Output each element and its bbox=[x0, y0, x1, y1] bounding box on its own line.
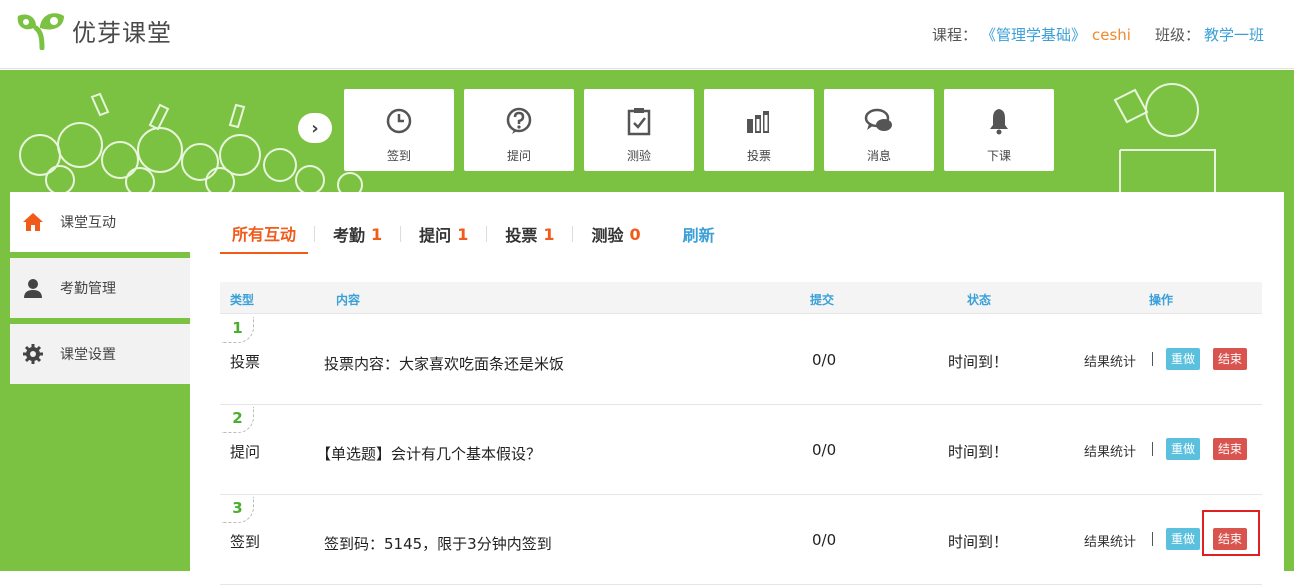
tab-divider bbox=[572, 226, 574, 242]
class-name-link[interactable]: 教学一班 bbox=[1204, 24, 1264, 45]
clock-icon bbox=[386, 108, 412, 134]
tab-all-interactions[interactable]: 所有互动 bbox=[220, 214, 309, 254]
tab-count: 1 bbox=[457, 224, 469, 244]
row-number: 3 bbox=[222, 497, 254, 523]
toolbar-question-button[interactable]: 提问 bbox=[464, 89, 574, 171]
table-header: 类型 内容 提交 状态 操作 bbox=[220, 282, 1262, 314]
tab-label: 测验 bbox=[591, 226, 624, 245]
toolbar-label: 测验 bbox=[626, 149, 651, 163]
row-submit-count: 0/0 bbox=[812, 441, 837, 459]
chevron-right-icon: › bbox=[311, 117, 319, 139]
course-info: 课程： 《管理学基础》 ceshi 班级： 教学一班 bbox=[932, 24, 1264, 45]
gear-icon bbox=[23, 344, 43, 364]
table-row: 3 签到 签到码：5145，限于3分钟内签到 0/0 时间到！ 结果统计 重做 … bbox=[220, 495, 1262, 585]
column-header-submit: 提交 bbox=[810, 293, 835, 307]
interaction-tabs: 所有互动 考勤 1 提问 1 投票 1 测验 0 刷新 bbox=[220, 214, 727, 254]
home-icon bbox=[23, 213, 43, 231]
clipboard-check-icon bbox=[627, 108, 651, 136]
refresh-label: 刷新 bbox=[682, 226, 715, 245]
tab-votes[interactable]: 投票 1 bbox=[493, 214, 566, 254]
tab-label: 投票 bbox=[505, 226, 538, 245]
course-label: 课程： bbox=[931, 26, 977, 44]
course-user: ceshi bbox=[1092, 26, 1131, 44]
refresh-button[interactable]: 刷新 bbox=[671, 214, 727, 254]
sprout-logo-icon bbox=[17, 13, 64, 50]
sidebar-item-label: 考勤管理 bbox=[60, 281, 116, 297]
bell-icon bbox=[990, 109, 1008, 135]
tab-count: 0 bbox=[629, 224, 641, 244]
column-header-type: 类型 bbox=[230, 293, 255, 307]
class-label: 班级： bbox=[1154, 26, 1200, 44]
app-name: 优芽课堂 bbox=[72, 18, 172, 47]
tab-quizzes[interactable]: 测验 0 bbox=[579, 214, 652, 254]
highlight-box bbox=[1202, 510, 1260, 556]
tab-divider bbox=[400, 226, 402, 242]
tab-attendance[interactable]: 考勤 1 bbox=[321, 214, 394, 254]
toolbar-label: 签到 bbox=[386, 149, 411, 163]
main-panel: 所有互动 考勤 1 提问 1 投票 1 测验 0 刷新 类型 内容 提交 状态 操作 1… bbox=[190, 192, 1284, 585]
redo-button[interactable]: 重做 bbox=[1166, 438, 1201, 460]
row-content: 【单选题】会计有几个基本假设？ bbox=[316, 445, 542, 463]
user-icon bbox=[24, 279, 42, 298]
sidebar-item-label: 课堂设置 bbox=[60, 347, 116, 363]
tab-label: 所有互动 bbox=[232, 225, 297, 244]
table-row: 2 提问 【单选题】会计有几个基本假设？ 0/0 时间到！ 结果统计 重做 结束 bbox=[220, 405, 1262, 495]
tab-divider bbox=[314, 226, 316, 242]
toolbar-label: 提问 bbox=[506, 149, 531, 163]
end-button[interactable]: 结束 bbox=[1213, 348, 1248, 370]
sidebar-item-label: 课堂互动 bbox=[60, 215, 116, 231]
toolbar-label: 投票 bbox=[746, 149, 771, 163]
result-stats-link[interactable]: 结果统计 bbox=[1084, 531, 1136, 550]
row-type: 投票 bbox=[230, 353, 261, 371]
bar-chart-icon bbox=[747, 111, 769, 133]
row-submit-count: 0/0 bbox=[812, 531, 837, 549]
action-divider bbox=[1152, 352, 1153, 366]
table-row: 1 投票 投票内容：大家喜欢吃面条还是米饭 0/0 时间到！ 结果统计 重做 结… bbox=[220, 315, 1262, 405]
row-status: 时间到！ bbox=[948, 533, 1009, 551]
result-stats-link[interactable]: 结果统计 bbox=[1084, 351, 1136, 370]
tab-label: 提问 bbox=[419, 226, 452, 245]
redo-button[interactable]: 重做 bbox=[1166, 348, 1201, 370]
toolbar-message-button[interactable]: 消息 bbox=[824, 89, 934, 171]
end-button[interactable]: 结束 bbox=[1213, 438, 1248, 460]
tab-questions[interactable]: 提问 1 bbox=[407, 214, 480, 254]
row-status: 时间到！ bbox=[948, 443, 1009, 461]
row-content: 投票内容：大家喜欢吃面条还是米饭 bbox=[324, 355, 565, 373]
row-content: 签到码：5145，限于3分钟内签到 bbox=[324, 535, 552, 553]
action-divider bbox=[1152, 532, 1153, 546]
toolbar-quiz-button[interactable]: 测验 bbox=[584, 89, 694, 171]
row-type: 签到 bbox=[230, 533, 261, 551]
tab-divider bbox=[486, 226, 488, 242]
column-header-content: 内容 bbox=[336, 293, 361, 307]
result-stats-link[interactable]: 结果统计 bbox=[1084, 441, 1136, 460]
redo-button[interactable]: 重做 bbox=[1166, 528, 1201, 550]
action-divider bbox=[1152, 442, 1153, 456]
column-header-actions: 操作 bbox=[1149, 293, 1174, 307]
column-header-status: 状态 bbox=[967, 293, 992, 307]
tab-count: 1 bbox=[371, 224, 383, 244]
top-header: 优芽课堂 课程： 《管理学基础》 ceshi 班级： 教学一班 bbox=[0, 0, 1294, 69]
row-number: 2 bbox=[222, 407, 254, 433]
toolbar-end-class-button[interactable]: 下课 bbox=[944, 89, 1054, 171]
course-name-link[interactable]: 《管理学基础》 bbox=[981, 24, 1086, 45]
app-logo[interactable]: 优芽课堂 bbox=[14, 10, 172, 50]
row-submit-count: 0/0 bbox=[812, 351, 837, 369]
toolbar-checkin-button[interactable]: 签到 bbox=[344, 89, 454, 171]
row-number: 1 bbox=[222, 317, 254, 343]
question-icon bbox=[506, 107, 532, 134]
toolbar-label: 消息 bbox=[866, 149, 891, 163]
toolbar-vote-button[interactable]: 投票 bbox=[704, 89, 814, 171]
row-type: 提问 bbox=[230, 443, 261, 461]
sidebar-item-settings[interactable]: 课堂设置 bbox=[10, 324, 190, 384]
chat-bubbles-icon bbox=[864, 108, 892, 131]
sidebar-item-classroom-interaction[interactable]: 课堂互动 bbox=[10, 192, 190, 252]
tab-count: 1 bbox=[543, 224, 555, 244]
row-status: 时间到！ bbox=[948, 353, 1009, 371]
sidebar-item-attendance[interactable]: 考勤管理 bbox=[10, 258, 190, 318]
toolbar-expand-button[interactable]: › bbox=[298, 113, 332, 143]
toolbar-label: 下课 bbox=[986, 149, 1011, 163]
tab-label: 考勤 bbox=[333, 226, 366, 245]
